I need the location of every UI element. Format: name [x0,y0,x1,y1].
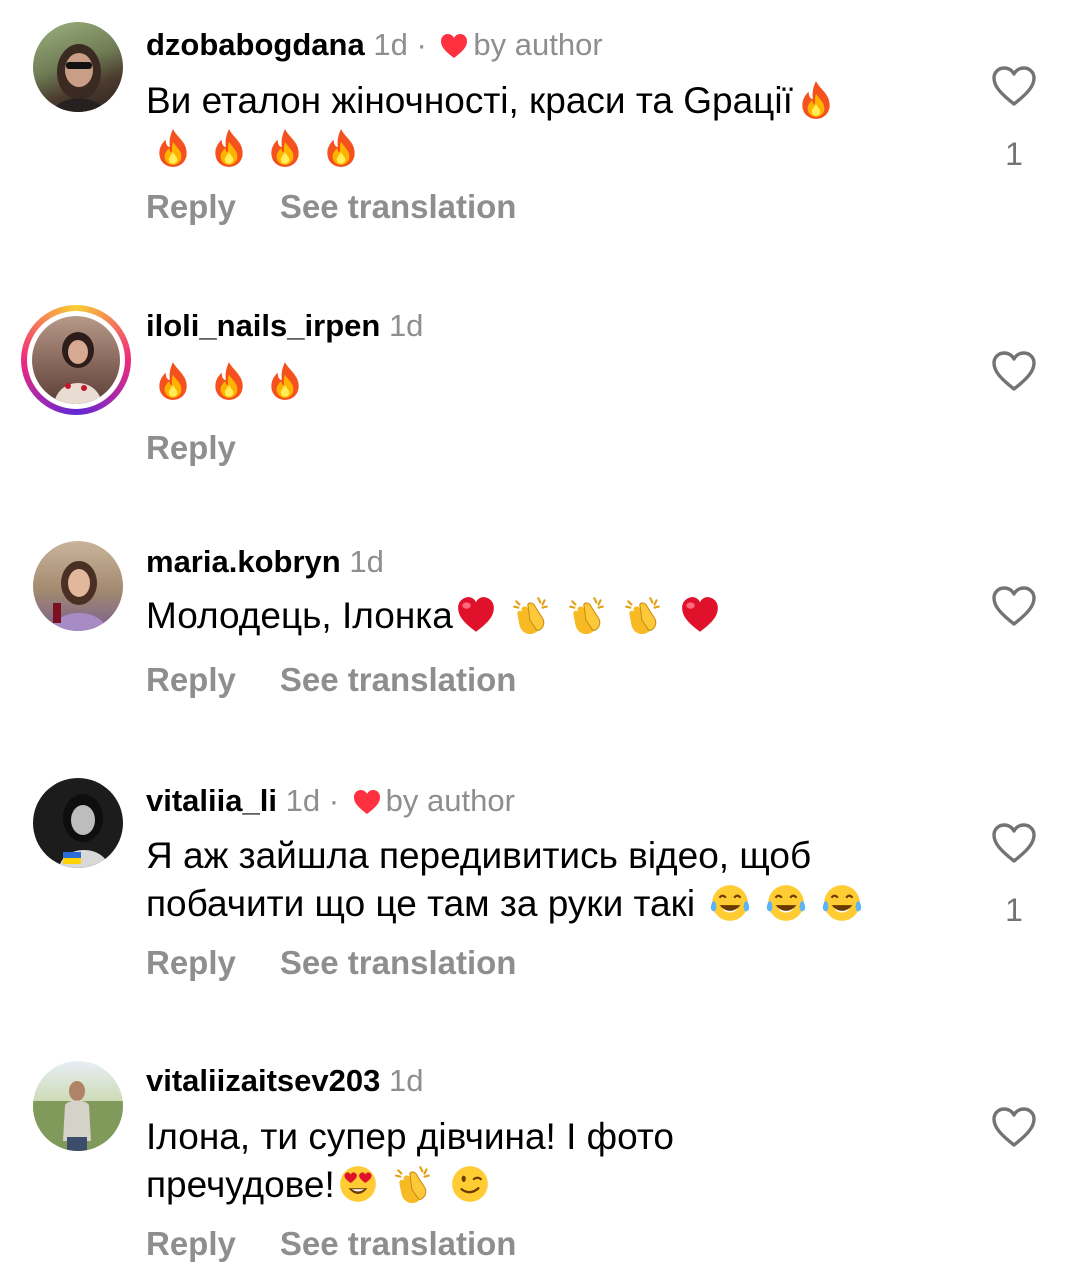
see-translation-button[interactable]: See translation [280,944,517,981]
comment-actions: Reply See translation [146,660,560,700]
comment-header: vitaliia_li 1d · by author [146,782,515,820]
avatar-photo [32,316,120,404]
fire-emoji-icon [152,360,194,402]
like-heart-icon[interactable] [990,64,1038,108]
comment-header: iloli_nails_irpen 1d [146,307,423,345]
comment-actions: Reply See translation [146,943,560,983]
separator: · [416,27,427,62]
red-heart-emoji-icon [455,594,497,636]
avatar[interactable] [33,22,123,112]
like-heart-icon[interactable] [990,1105,1038,1149]
fire-emoji-icon [152,127,194,169]
liked-by-author-heart-icon [352,789,382,815]
comment-text-line: Молодець, Ілонка [146,595,453,636]
comment-text-line: Ілона, ти супер дівчина! І фото [146,1116,674,1157]
avatar-photo [53,44,105,112]
fire-emoji-icon [264,127,306,169]
see-translation-button[interactable]: See translation [280,661,517,698]
clapping-hands-emoji-icon [623,594,665,636]
emoji-row [152,125,376,173]
comment-header: vitaliizaitsev203 1d [146,1062,424,1100]
username[interactable]: vitaliia_li [146,783,277,818]
tears-of-joy-emoji-icon [709,882,751,924]
reply-button[interactable]: Reply [146,944,236,981]
by-author-label: by author [385,783,515,818]
username[interactable]: dzobabogdana [146,27,365,62]
comment-header: maria.kobryn 1d [146,543,384,581]
see-translation-button[interactable]: See translation [280,188,517,225]
like-count: 1 [1005,136,1023,172]
heart-eyes-emoji-icon [337,1163,379,1205]
reply-button[interactable]: Reply [146,429,236,466]
comment-text-line: Я аж зайшла передивитись відео, щоб [146,835,812,876]
like-count: 1 [1005,892,1023,928]
comment-text-line: Ви еталон жіночності, краси та Gрації [146,80,793,121]
winking-face-emoji-icon [449,1163,491,1205]
fire-emoji-icon [208,360,250,402]
reply-button[interactable]: Reply [146,661,236,698]
comment-text [146,358,966,406]
avatar[interactable] [33,1061,123,1151]
comment-actions: Reply See translation [146,187,560,227]
comment-text-line: пречудове! [146,1164,335,1205]
like-heart-icon[interactable] [990,584,1038,628]
avatar[interactable] [33,778,123,868]
tears-of-joy-emoji-icon [765,882,807,924]
avatar-photo [51,561,107,631]
emoji-row [152,358,320,406]
avatar-photo [33,1081,123,1151]
username[interactable]: maria.kobryn [146,544,341,579]
avatar-photo [59,794,109,868]
comment-actions: Reply [146,428,280,468]
like-heart-icon[interactable] [990,821,1038,865]
comment-text: Молодець, Ілонка [146,592,966,640]
red-heart-emoji-icon [679,594,721,636]
separator: · [328,783,340,818]
liked-by-author-heart-icon [439,33,469,59]
timestamp: 1d [285,783,321,818]
timestamp: 1d [388,308,424,343]
avatar[interactable] [33,541,123,631]
comment-text-line: побачити що це там за руки такі [146,883,696,924]
timestamp: 1d [389,1063,424,1098]
clapping-hands-emoji-icon [511,594,553,636]
clapping-hands-emoji-icon [393,1163,435,1205]
fire-emoji-icon [264,360,306,402]
fire-emoji-icon [795,79,837,121]
by-author-label: by author [473,27,603,62]
timestamp: 1d [373,27,408,62]
reply-button[interactable]: Reply [146,1225,236,1262]
fire-emoji-icon [320,127,362,169]
comment-header: dzobabogdana 1d · by author [146,26,603,64]
fire-emoji-icon [208,127,250,169]
reply-button[interactable]: Reply [146,188,236,225]
see-translation-button[interactable]: See translation [280,1225,517,1262]
comment-text: Ілона, ти супер дівчина! І фото пречудов… [146,1113,966,1209]
story-ring[interactable] [21,305,131,415]
comment-actions: Reply See translation [146,1224,560,1264]
avatar [27,311,125,409]
clapping-hands-emoji-icon [567,594,609,636]
username[interactable]: iloli_nails_irpen [146,308,380,343]
comment-text: Я аж зайшла передивитись відео, щоб поба… [146,832,966,928]
tears-of-joy-emoji-icon [821,882,863,924]
username[interactable]: vitaliizaitsev203 [146,1063,380,1098]
comment-text: Ви еталон жіночності, краси та Gрації [146,77,966,173]
like-heart-icon[interactable] [990,349,1038,393]
timestamp: 1d [349,544,384,579]
